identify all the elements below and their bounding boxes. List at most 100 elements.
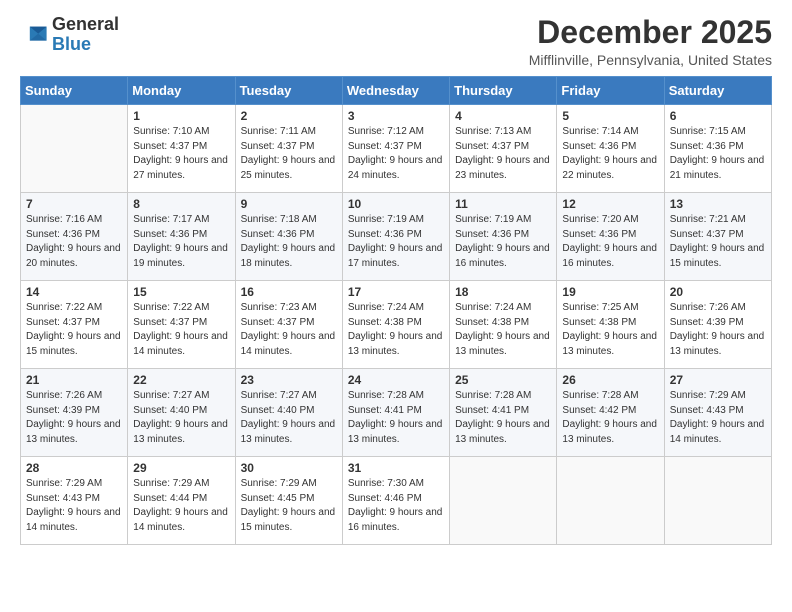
day-number: 11 [455,197,551,211]
day-info: Sunrise: 7:26 AMSunset: 4:39 PMDaylight:… [670,301,766,359]
calendar-cell: 22 Sunrise: 7:27 AMSunset: 4:40 PMDayligh… [128,369,235,457]
calendar-cell: 21 Sunrise: 7:26 AMSunset: 4:39 PMDayligh… [21,369,128,457]
day-number: 29 [133,461,229,475]
calendar-cell [664,457,771,545]
day-info: Sunrise: 7:11 AMSunset: 4:37 PMDaylight:… [241,125,337,183]
calendar-cell: 2 Sunrise: 7:11 AMSunset: 4:37 PMDaylight… [235,105,342,193]
day-info: Sunrise: 7:13 AMSunset: 4:37 PMDaylight:… [455,125,551,183]
day-number: 5 [562,109,658,123]
day-of-week-thursday: Thursday [450,77,557,105]
day-info: Sunrise: 7:23 AMSunset: 4:37 PMDaylight:… [241,301,337,359]
day-info: Sunrise: 7:19 AMSunset: 4:36 PMDaylight:… [455,213,551,271]
day-number: 23 [241,373,337,387]
calendar-week-5: 28Sunrise: 7:29 AMSunset: 4:43 PMDayligh… [21,457,772,545]
day-number: 19 [562,285,658,299]
day-info: Sunrise: 7:24 AMSunset: 4:38 PMDaylight:… [348,301,444,359]
day-info: Sunrise: 7:26 AMSunset: 4:39 PMDaylight:… [26,389,122,447]
day-number: 15 [133,285,229,299]
day-number: 21 [26,373,122,387]
day-number: 9 [241,197,337,211]
day-number: 1 [133,109,229,123]
day-number: 13 [670,197,766,211]
location: Mifflinville, Pennsylvania, United State… [529,52,772,68]
day-number: 14 [26,285,122,299]
day-number: 8 [133,197,229,211]
calendar-cell [450,457,557,545]
calendar-cell: 9 Sunrise: 7:18 AMSunset: 4:36 PMDaylight… [235,193,342,281]
day-info: Sunrise: 7:18 AMSunset: 4:36 PMDaylight:… [241,213,337,271]
day-info: Sunrise: 7:29 AMSunset: 4:45 PMDaylight:… [241,477,337,535]
day-info: Sunrise: 7:12 AMSunset: 4:37 PMDaylight:… [348,125,444,183]
calendar-cell: 15 Sunrise: 7:22 AMSunset: 4:37 PMDayligh… [128,281,235,369]
day-number: 12 [562,197,658,211]
day-info: Sunrise: 7:30 AMSunset: 4:46 PMDaylight:… [348,477,444,535]
calendar-cell: 23 Sunrise: 7:27 AMSunset: 4:40 PMDayligh… [235,369,342,457]
day-number: 28 [26,461,122,475]
header: General Blue December 2025 Mifflinville,… [20,15,772,68]
logo-icon [20,21,48,49]
day-info: Sunrise: 7:24 AMSunset: 4:38 PMDaylight:… [455,301,551,359]
day-number: 10 [348,197,444,211]
day-number: 6 [670,109,766,123]
calendar-cell: 28Sunrise: 7:29 AMSunset: 4:43 PMDayligh… [21,457,128,545]
day-info: Sunrise: 7:21 AMSunset: 4:37 PMDaylight:… [670,213,766,271]
day-number: 17 [348,285,444,299]
day-of-week-friday: Friday [557,77,664,105]
calendar-cell: 3 Sunrise: 7:12 AMSunset: 4:37 PMDaylight… [342,105,449,193]
day-of-week-monday: Monday [128,77,235,105]
day-info: Sunrise: 7:27 AMSunset: 4:40 PMDaylight:… [241,389,337,447]
logo: General Blue [20,15,119,55]
calendar-week-4: 21 Sunrise: 7:26 AMSunset: 4:39 PMDayligh… [21,369,772,457]
calendar-cell: 20 Sunrise: 7:26 AMSunset: 4:39 PMDayligh… [664,281,771,369]
calendar-cell [21,105,128,193]
calendar-cell: 16 Sunrise: 7:23 AMSunset: 4:37 PMDayligh… [235,281,342,369]
calendar-cell: 11 Sunrise: 7:19 AMSunset: 4:36 PMDayligh… [450,193,557,281]
calendar-cell: 13 Sunrise: 7:21 AMSunset: 4:37 PMDayligh… [664,193,771,281]
day-info: Sunrise: 7:28 AMSunset: 4:41 PMDaylight:… [348,389,444,447]
day-of-week-tuesday: Tuesday [235,77,342,105]
day-info: Sunrise: 7:29 AMSunset: 4:44 PMDaylight:… [133,477,229,535]
calendar-week-2: 7Sunrise: 7:16 AMSunset: 4:36 PMDaylight… [21,193,772,281]
day-number: 31 [348,461,444,475]
calendar-cell: 18Sunrise: 7:24 AMSunset: 4:38 PMDayligh… [450,281,557,369]
day-info: Sunrise: 7:29 AMSunset: 4:43 PMDaylight:… [670,389,766,447]
calendar-cell: 4 Sunrise: 7:13 AMSunset: 4:37 PMDaylight… [450,105,557,193]
calendar-cell: 6Sunrise: 7:15 AMSunset: 4:36 PMDaylight… [664,105,771,193]
day-info: Sunrise: 7:28 AMSunset: 4:42 PMDaylight:… [562,389,658,447]
day-number: 2 [241,109,337,123]
day-info: Sunrise: 7:14 AMSunset: 4:36 PMDaylight:… [562,125,658,183]
day-number: 26 [562,373,658,387]
calendar-cell: 10Sunrise: 7:19 AMSunset: 4:36 PMDayligh… [342,193,449,281]
calendar-cell: 5 Sunrise: 7:14 AMSunset: 4:36 PMDaylight… [557,105,664,193]
day-info: Sunrise: 7:25 AMSunset: 4:38 PMDaylight:… [562,301,658,359]
day-info: Sunrise: 7:22 AMSunset: 4:37 PMDaylight:… [133,301,229,359]
day-info: Sunrise: 7:10 AMSunset: 4:37 PMDaylight:… [133,125,229,183]
calendar: SundayMondayTuesdayWednesdayThursdayFrid… [20,76,772,545]
calendar-cell: 14 Sunrise: 7:22 AMSunset: 4:37 PMDayligh… [21,281,128,369]
day-info: Sunrise: 7:20 AMSunset: 4:36 PMDaylight:… [562,213,658,271]
logo-text: General Blue [52,15,119,55]
calendar-cell [557,457,664,545]
calendar-cell: 8 Sunrise: 7:17 AMSunset: 4:36 PMDaylight… [128,193,235,281]
calendar-cell: 27Sunrise: 7:29 AMSunset: 4:43 PMDayligh… [664,369,771,457]
calendar-cell: 31 Sunrise: 7:30 AMSunset: 4:46 PMDayligh… [342,457,449,545]
day-number: 3 [348,109,444,123]
calendar-week-1: 1 Sunrise: 7:10 AMSunset: 4:37 PMDaylight… [21,105,772,193]
calendar-cell: 25Sunrise: 7:28 AMSunset: 4:41 PMDayligh… [450,369,557,457]
day-number: 7 [26,197,122,211]
day-number: 16 [241,285,337,299]
day-info: Sunrise: 7:28 AMSunset: 4:41 PMDaylight:… [455,389,551,447]
day-number: 20 [670,285,766,299]
day-number: 4 [455,109,551,123]
calendar-cell: 19 Sunrise: 7:25 AMSunset: 4:38 PMDayligh… [557,281,664,369]
month-title: December 2025 [529,15,772,50]
day-info: Sunrise: 7:17 AMSunset: 4:36 PMDaylight:… [133,213,229,271]
calendar-week-3: 14 Sunrise: 7:22 AMSunset: 4:37 PMDayligh… [21,281,772,369]
day-info: Sunrise: 7:22 AMSunset: 4:37 PMDaylight:… [26,301,122,359]
calendar-cell: 17 Sunrise: 7:24 AMSunset: 4:38 PMDayligh… [342,281,449,369]
day-number: 22 [133,373,229,387]
day-info: Sunrise: 7:27 AMSunset: 4:40 PMDaylight:… [133,389,229,447]
calendar-cell: 26 Sunrise: 7:28 AMSunset: 4:42 PMDayligh… [557,369,664,457]
day-number: 24 [348,373,444,387]
calendar-cell: 1 Sunrise: 7:10 AMSunset: 4:37 PMDaylight… [128,105,235,193]
